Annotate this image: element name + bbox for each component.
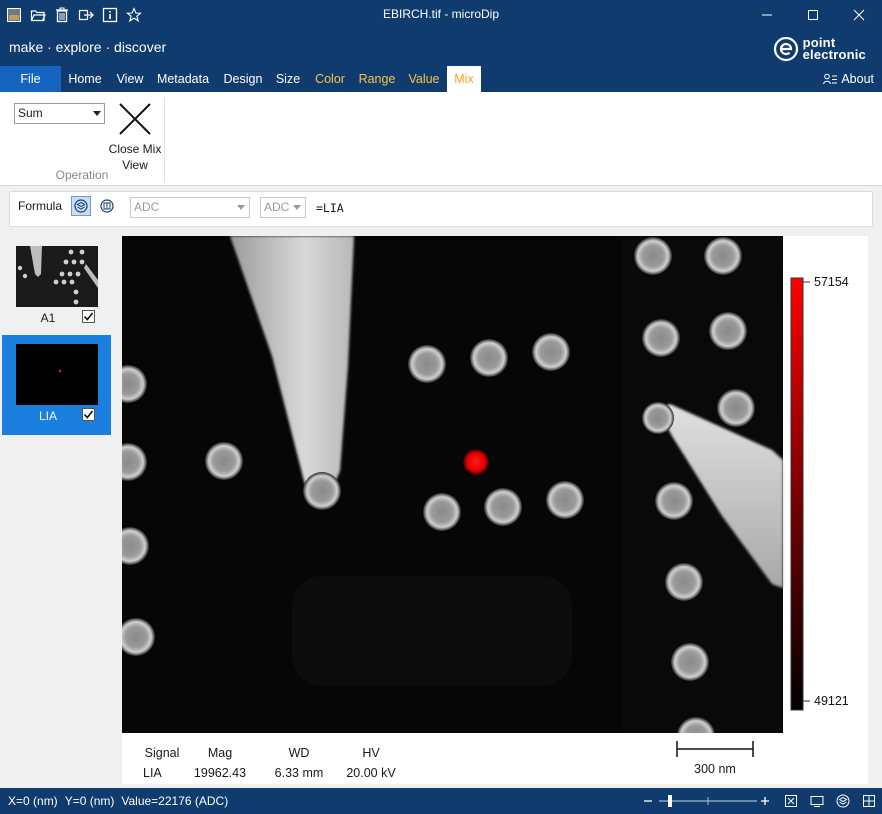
thumbnail-image (16, 344, 98, 405)
formula-input[interactable]: =LIA (316, 201, 344, 215)
thumbnail-checkbox[interactable] (82, 310, 95, 323)
quick-access-toolbar (4, 5, 144, 25)
formula-mode-button[interactable] (71, 196, 91, 216)
thumbnail-image (16, 246, 98, 307)
tab-file[interactable]: File (0, 66, 61, 92)
tab-value[interactable]: Value (404, 66, 444, 92)
about-button[interactable]: About (823, 72, 874, 86)
thumbnail-name: A1 (40, 311, 56, 325)
function-icon (100, 199, 114, 213)
tab-view[interactable]: View (111, 66, 149, 92)
title-bar: EBIRCH.tif - microDip (0, 0, 882, 30)
brand-bar: make · explore · discover point electron… (0, 30, 882, 66)
point-electronic-logo-icon (773, 36, 798, 62)
minimize-button[interactable] (744, 0, 790, 30)
star-icon[interactable] (124, 5, 144, 25)
formula-channel-select[interactable]: ADC (260, 197, 306, 218)
tab-metadata[interactable]: Metadata (153, 66, 213, 92)
signal-value: LIA (143, 766, 162, 780)
formula-source-value: ADC (134, 200, 160, 214)
zoom-slider-thumb (668, 795, 672, 807)
close-mix-view-button[interactable]: Close Mix View (107, 102, 163, 173)
operation-value: Sum (18, 106, 43, 120)
thumbnail-checkbox[interactable] (82, 408, 95, 421)
tab-color[interactable]: Color (310, 66, 350, 92)
colorbar-max: 57154 (814, 275, 849, 289)
tab-size[interactable]: Size (273, 66, 303, 92)
chevron-down-icon (237, 205, 245, 210)
company-logo: point electronic (773, 36, 866, 62)
status-x: X=0 (nm) (8, 794, 58, 808)
close-icon (119, 103, 151, 135)
sem-image-canvas[interactable]: 57154 49121 (122, 236, 868, 733)
mag-value: 19962.43 (193, 766, 247, 780)
info-icon[interactable] (100, 5, 120, 25)
scale-bar (676, 741, 754, 757)
maximize-button[interactable] (790, 0, 836, 30)
operation-group-label: Operation (55, 168, 109, 182)
wd-label: WD (288, 746, 310, 760)
overlay-icon[interactable] (834, 792, 852, 810)
tab-design[interactable]: Design (219, 66, 267, 92)
fit-to-window-icon[interactable] (782, 792, 800, 810)
tagline: make · explore · discover (9, 39, 167, 55)
grid-icon[interactable] (860, 792, 878, 810)
colorbar: 57154 49121 (790, 275, 849, 711)
tab-mix[interactable]: Mix (447, 66, 481, 92)
wd-value: 6.33 mm (274, 766, 324, 780)
close-button[interactable] (836, 0, 882, 30)
thumbnail-lia[interactable]: LIA (2, 335, 111, 435)
lia-hotspot (463, 449, 489, 475)
screen-icon[interactable] (808, 792, 826, 810)
image-viewer: 57154 49121 Signal LIA Mag 19962.43 WD 6… (122, 236, 868, 784)
ribbon-panel: Sum Close Mix View Operation (0, 92, 882, 186)
operation-select[interactable]: Sum (14, 103, 105, 124)
ribbon-divider (164, 98, 165, 182)
tab-range[interactable]: Range (355, 66, 399, 92)
image-list: A1 LIA (0, 235, 114, 787)
formula-source-select[interactable]: ADC (130, 197, 250, 218)
status-value: Value=22176 (ADC) (121, 794, 229, 808)
thumbnail-a1[interactable]: A1 (2, 237, 111, 337)
status-y: Y=0 (nm) (64, 794, 115, 808)
hv-value: 20.00 kV (346, 766, 396, 780)
thumbnail-name: LIA (38, 409, 57, 423)
colorbar-min: 49121 (814, 694, 849, 708)
tab-home[interactable]: Home (63, 66, 107, 92)
chevron-down-icon (93, 111, 101, 116)
chevron-down-icon (293, 205, 301, 210)
image-icon[interactable] (4, 5, 24, 25)
zoom-slider[interactable] (641, 792, 771, 810)
formula-function-button[interactable] (97, 196, 117, 216)
formula-label: Formula (18, 199, 63, 213)
folder-open-icon[interactable] (28, 5, 48, 25)
trash-icon[interactable] (52, 5, 72, 25)
checkmark-icon (83, 410, 94, 419)
formula-bar: Formula ADC ADC =LIA (9, 191, 873, 227)
export-icon[interactable] (76, 5, 96, 25)
mag-label: Mag (207, 746, 233, 760)
image-info-panel: Signal LIA Mag 19962.43 WD 6.33 mm HV 20… (122, 733, 868, 784)
hv-label: HV (362, 746, 380, 760)
about-label: About (841, 72, 874, 86)
ribbon-tabs: File Home View Metadata Design Size Colo… (0, 66, 882, 92)
status-bar: X=0 (nm) Y=0 (nm) Value=22176 (ADC) (0, 788, 882, 814)
layers-icon (74, 199, 88, 213)
checkmark-icon (83, 312, 94, 321)
person-list-icon (823, 73, 838, 85)
logo-line-2: electronic (802, 47, 866, 62)
signal-label: Signal (144, 746, 180, 760)
formula-channel-value: ADC (264, 200, 290, 214)
scale-bar-label: 300 nm (694, 762, 736, 776)
